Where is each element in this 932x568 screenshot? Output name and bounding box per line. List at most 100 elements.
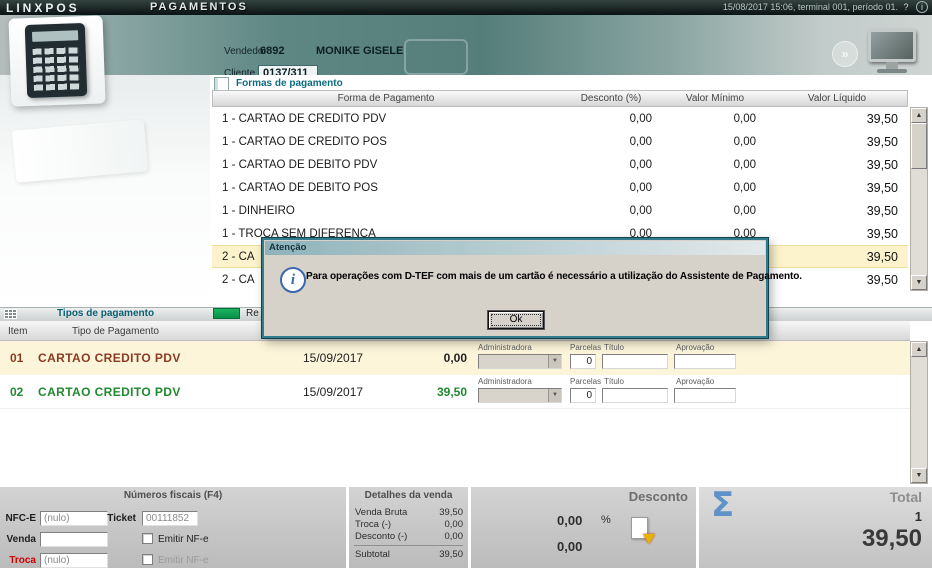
discount-document-icon[interactable] — [631, 517, 655, 544]
formas-table-header: Forma de Pagamento Desconto (%) Valor Mí… — [212, 90, 908, 107]
tipos-scrollbar[interactable]: ▲ ▼ — [910, 341, 928, 484]
total-panel: Σ Total 1 39,50 — [699, 485, 932, 568]
left-panel — [0, 75, 210, 307]
cell-minimo: 0,00 — [733, 158, 756, 171]
nfce-field[interactable]: (nulo) — [40, 511, 108, 526]
panel-title: Detalhes da venda — [364, 490, 453, 501]
venda-label: Venda — [6, 534, 36, 545]
numeros-fiscais-panel: Números fiscais (F4) NFC-E (nulo) Ticket… — [0, 487, 346, 568]
cell-liquido: 39,50 — [866, 203, 898, 218]
formas-scrollbar[interactable]: ▲ ▼ — [910, 107, 928, 291]
cell-liquido: 39,50 — [866, 157, 898, 172]
cell-minimo: 0,00 — [733, 112, 756, 125]
administradora-select[interactable]: ▼ — [478, 388, 562, 403]
item-count: 1 — [914, 509, 922, 524]
column-header-valor-liquido: Valor Líquido — [807, 93, 867, 104]
partial-tab-label: Re — [246, 308, 259, 319]
administradora-label: Administradora — [478, 377, 532, 386]
venda-field[interactable] — [40, 532, 108, 547]
scrollbar-thumb[interactable] — [911, 123, 927, 169]
scroll-up-icon[interactable]: ▲ — [911, 342, 927, 357]
titulo-field[interactable] — [602, 354, 668, 369]
detail-label: Venda Bruta — [355, 507, 408, 518]
column-header-desconto: Desconto (%) — [580, 93, 642, 104]
percent-symbol: % — [601, 514, 611, 526]
scroll-down-icon[interactable]: ▼ — [911, 468, 927, 483]
titulo-label: Título — [604, 377, 625, 386]
cell-item: 02 — [10, 385, 24, 399]
sigma-icon: Σ — [711, 485, 735, 525]
cell-desconto: 0,00 — [629, 135, 652, 148]
arrow-shape — [643, 534, 655, 544]
formas-row[interactable]: 1 - CARTAO DE DEBITO POS 0,00 0,00 39,50 — [212, 176, 908, 199]
cell-liquido: 39,50 — [866, 180, 898, 195]
discount-percent-value: 0,00 — [557, 513, 583, 528]
administradora-label: Administradora — [478, 343, 532, 352]
titulo-field[interactable] — [602, 388, 668, 403]
titulo-label: Título — [604, 343, 625, 352]
formas-row[interactable]: 1 - CARTAO DE CREDITO PDV 0,00 0,00 39,5… — [212, 107, 908, 130]
cell-desconto: 0,00 — [629, 204, 652, 217]
detalhes-venda-panel: Detalhes da venda Venda Bruta 39,50 Troc… — [349, 487, 468, 568]
aprovacao-label: Aprovação — [676, 343, 715, 352]
tipos-row[interactable]: 01 CARTAO CREDITO PDV 15/09/2017 0,00 Ad… — [0, 341, 910, 375]
aprovacao-field[interactable] — [674, 354, 736, 369]
chevron-circle-icon: » — [832, 41, 858, 67]
emitir-nfe-checkbox-disabled[interactable] — [142, 554, 153, 565]
cell-tipo: CARTAO CREDITO PDV — [38, 385, 181, 399]
detail-label: Subtotal — [355, 549, 390, 560]
titlebar: LINXPOS PAGAMENTOS 15/08/2017 15:06, ter… — [0, 0, 932, 15]
detail-label: Troca (-) — [355, 519, 392, 530]
header-banner: » Vendedor 6892 MONIKE GISELE Cliente 01… — [0, 15, 932, 82]
formas-row[interactable]: 1 - CARTAO DE CREDITO POS 0,00 0,00 39,5… — [212, 130, 908, 153]
formas-row[interactable]: 1 - CARTAO DE DEBITO PDV 0,00 0,00 39,50 — [212, 153, 908, 176]
status-text: 15/08/2017 15:06, terminal 001, período … — [722, 2, 898, 12]
ticket-label: Ticket — [107, 513, 136, 524]
monitor-base — [877, 69, 907, 73]
cell-liquido: 39,50 — [866, 134, 898, 149]
status-indicator — [213, 308, 240, 319]
cell-minimo: 0,00 — [733, 135, 756, 148]
detail-value: 39,50 — [439, 549, 463, 560]
troca-label: Troca — [9, 555, 36, 566]
scroll-up-icon[interactable]: ▲ — [911, 108, 927, 123]
formas-row[interactable]: 1 - DINHEIRO 0,00 0,00 39,50 — [212, 199, 908, 222]
divider — [354, 545, 463, 546]
detail-value: 0,00 — [444, 519, 464, 530]
parcelas-field[interactable]: 0 — [570, 354, 596, 369]
troca-field[interactable]: (nulo) — [40, 553, 108, 568]
column-header-valor-minimo: Valor Mínimo — [685, 93, 745, 104]
detail-value: 0,00 — [444, 531, 464, 542]
chevron-down-icon[interactable]: ▼ — [548, 389, 561, 402]
formas-tab[interactable]: Formas de pagamento — [236, 78, 343, 89]
ticket-field[interactable]: 00111852 — [142, 511, 198, 526]
chevron-down-icon[interactable]: ▼ — [548, 355, 561, 368]
detail-row-subtotal: Subtotal 39,50 — [355, 549, 463, 560]
column-header-item: Item — [8, 326, 28, 337]
column-header-tipo: Tipo de Pagamento — [72, 326, 159, 337]
help-icon[interactable]: ? — [900, 1, 912, 13]
administradora-select[interactable]: ▼ — [478, 354, 562, 369]
panel-title: Total — [889, 489, 922, 505]
tipos-tab[interactable]: Tipos de pagamento — [57, 308, 154, 319]
column-header-forma: Forma de Pagamento — [337, 93, 435, 104]
tipos-row[interactable]: 02 CARTAO CREDITO PDV 15/09/2017 39,50 A… — [0, 375, 910, 409]
vendedor-name: MONIKE GISELE — [316, 45, 404, 57]
page-title: PAGAMENTOS — [150, 1, 248, 13]
emitir-nfe-checkbox[interactable] — [142, 533, 153, 544]
monitor-stand — [886, 62, 898, 69]
aprovacao-field[interactable] — [674, 388, 736, 403]
app-logo: LINXPOS — [6, 1, 80, 15]
parcelas-label: Parcelas — [570, 377, 602, 386]
nfce-label: NFC-E — [5, 513, 36, 524]
scroll-down-icon[interactable]: ▼ — [911, 275, 927, 290]
detail-row: Troca (-) 0,00 — [355, 519, 463, 530]
info-icon[interactable]: i — [916, 1, 928, 13]
cell-valor: 0,00 — [443, 351, 467, 365]
ok-button[interactable]: Ok — [488, 311, 544, 329]
cell-minimo: 0,00 — [733, 181, 756, 194]
parcelas-field[interactable]: 0 — [570, 388, 596, 403]
dialog-titlebar: Atenção — [265, 241, 765, 255]
detail-value: 39,50 — [439, 507, 463, 518]
attention-dialog: Atenção i Para operações com D-TEF com m… — [261, 237, 802, 339]
